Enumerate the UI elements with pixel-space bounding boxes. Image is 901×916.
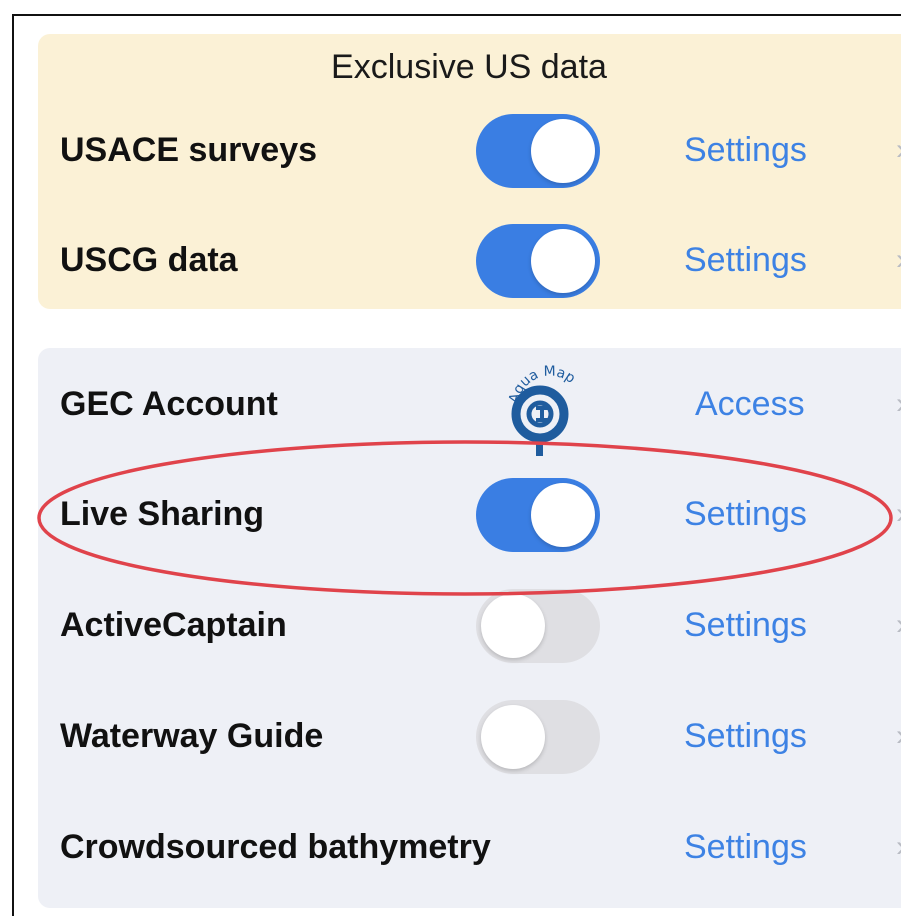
chevron-right-icon: ›: [896, 696, 901, 776]
uscg-data-settings-link[interactable]: Settings: [684, 220, 807, 300]
services-panel: GEC Account Aqua Map Access › Live Shari…: [38, 348, 901, 908]
live-sharing-toggle[interactable]: [476, 478, 600, 552]
live-sharing-settings-link[interactable]: Settings: [684, 474, 807, 554]
chevron-right-icon: ›: [896, 110, 901, 190]
chevron-right-icon: ›: [896, 807, 901, 887]
activecaptain-settings-link[interactable]: Settings: [684, 585, 807, 665]
waterway-guide-settings-link[interactable]: Settings: [684, 696, 807, 776]
usace-surveys-toggle[interactable]: [476, 114, 600, 188]
us-data-panel: Exclusive US data USACE surveys Settings…: [38, 34, 901, 309]
row-waterway-guide: Waterway Guide Settings ›: [38, 696, 901, 776]
toggle-knob: [481, 594, 545, 658]
aqua-map-logo-icon: Aqua Map: [506, 364, 578, 456]
row-live-sharing: Live Sharing Settings ›: [38, 474, 901, 554]
chevron-right-icon: ›: [896, 220, 901, 300]
activecaptain-toggle[interactable]: [476, 589, 600, 663]
row-usace-surveys: USACE surveys Settings ›: [38, 110, 901, 190]
chevron-right-icon: ›: [896, 364, 901, 444]
usace-surveys-settings-link[interactable]: Settings: [684, 110, 807, 190]
row-activecaptain: ActiveCaptain Settings ›: [38, 585, 901, 665]
row-label: ActiveCaptain: [60, 606, 287, 644]
chevron-right-icon: ›: [896, 474, 901, 554]
crowdsourced-bathymetry-settings-link[interactable]: Settings: [684, 807, 807, 887]
uscg-data-toggle[interactable]: [476, 224, 600, 298]
row-label: Live Sharing: [60, 495, 265, 533]
waterway-guide-toggle[interactable]: [476, 700, 600, 774]
section-title: Exclusive US data: [331, 48, 607, 86]
row-label: USACE surveys: [60, 131, 318, 169]
toggle-knob: [531, 229, 595, 293]
gec-account-access-link[interactable]: Access: [695, 364, 805, 444]
row-label: Crowdsourced bathymetry: [60, 828, 491, 866]
svg-text:Aqua Map: Aqua Map: [506, 364, 578, 405]
row-label: GEC Account: [60, 385, 278, 423]
row-label: Waterway Guide: [60, 717, 324, 755]
logo-text: Aqua Map: [506, 364, 578, 405]
toggle-knob: [481, 705, 545, 769]
row-crowdsourced-bathymetry: Crowdsourced bathymetry Settings ›: [38, 807, 901, 887]
row-uscg-data: USCG data Settings ›: [38, 220, 901, 300]
row-gec-account: GEC Account Aqua Map Access ›: [38, 364, 901, 456]
chevron-right-icon: ›: [896, 585, 901, 665]
toggle-knob: [531, 483, 595, 547]
row-label: USCG data: [60, 241, 238, 279]
toggle-knob: [531, 119, 595, 183]
